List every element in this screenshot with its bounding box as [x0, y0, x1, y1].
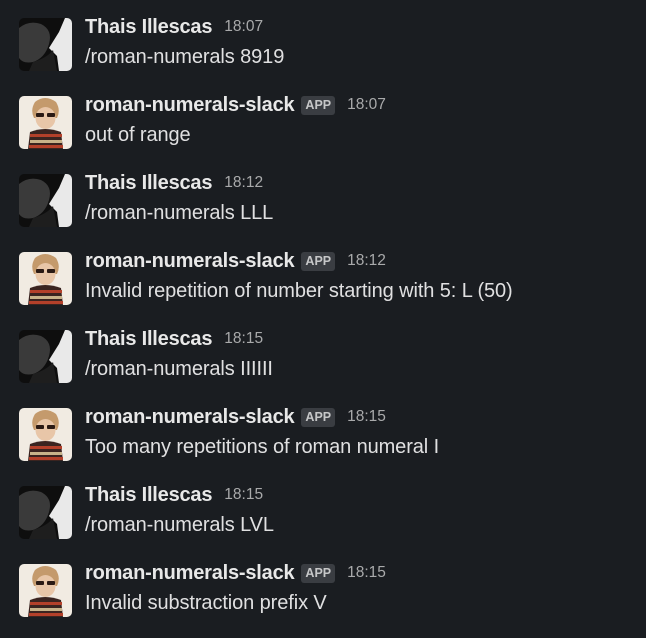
user-avatar[interactable] — [19, 174, 72, 227]
timestamp[interactable]: 18:15 — [224, 486, 263, 504]
user-avatar[interactable] — [19, 18, 72, 71]
author-name[interactable]: Thais Illescas — [85, 172, 212, 195]
app-badge: APP — [301, 251, 336, 271]
author-name[interactable]: Thais Illescas — [85, 328, 212, 351]
message-header: Thais Illescas 18:15 — [85, 482, 263, 508]
timestamp[interactable]: 18:15 — [224, 330, 263, 348]
message-header: roman-numerals-slack APP 18:12 — [85, 248, 386, 274]
app-badge: APP — [301, 95, 336, 115]
user-avatar[interactable] — [19, 330, 72, 383]
message-item: roman-numerals-slack APP 18:15 Too many … — [0, 404, 646, 482]
bot-avatar[interactable] — [19, 252, 72, 305]
message-item: roman-numerals-slack APP 18:15 Invalid s… — [0, 560, 646, 638]
message-item: Thais Illescas 18:12 /roman-numerals LLL — [0, 170, 646, 248]
bot-avatar[interactable] — [19, 408, 72, 461]
message-item: Thais Illescas 18:15 /roman-numerals LVL — [0, 482, 646, 560]
bot-photo-icon — [19, 564, 72, 617]
app-badge: APP — [301, 563, 336, 583]
bot-photo-icon — [19, 252, 72, 305]
message-text: Invalid substraction prefix V — [85, 592, 327, 614]
message-text: /roman-numerals LVL — [85, 514, 274, 536]
message-text: out of range — [85, 124, 191, 146]
message-header: roman-numerals-slack APP 18:15 — [85, 560, 386, 586]
message-header: Thais Illescas 18:07 — [85, 14, 263, 40]
author-name[interactable]: roman-numerals-slack — [85, 94, 295, 117]
bot-avatar[interactable] — [19, 96, 72, 149]
author-name[interactable]: roman-numerals-slack — [85, 562, 295, 585]
timestamp[interactable]: 18:12 — [224, 174, 263, 192]
bot-avatar[interactable] — [19, 564, 72, 617]
message-item: roman-numerals-slack APP 18:07 out of ra… — [0, 92, 646, 170]
message-item: Thais Illescas 18:07 /roman-numerals 891… — [0, 14, 646, 92]
app-badge: APP — [301, 407, 336, 427]
message-header: roman-numerals-slack APP 18:15 — [85, 404, 386, 430]
user-photo-icon — [19, 174, 72, 227]
message-header: Thais Illescas 18:12 — [85, 170, 263, 196]
author-name[interactable]: Thais Illescas — [85, 484, 212, 507]
timestamp[interactable]: 18:07 — [224, 18, 263, 36]
user-photo-icon — [19, 330, 72, 383]
message-header: Thais Illescas 18:15 — [85, 326, 263, 352]
message-text: /roman-numerals LLL — [85, 202, 274, 224]
user-photo-icon — [19, 486, 72, 539]
user-avatar[interactable] — [19, 486, 72, 539]
message-feed: Thais Illescas 18:07 /roman-numerals 891… — [0, 0, 646, 627]
timestamp[interactable]: 18:12 — [347, 252, 386, 270]
author-name[interactable]: Thais Illescas — [85, 16, 212, 39]
message-text: Invalid repetition of number starting wi… — [85, 280, 513, 302]
message-item: roman-numerals-slack APP 18:12 Invalid r… — [0, 248, 646, 326]
author-name[interactable]: roman-numerals-slack — [85, 406, 295, 429]
bot-photo-icon — [19, 96, 72, 149]
timestamp[interactable]: 18:15 — [347, 408, 386, 426]
message-header: roman-numerals-slack APP 18:07 — [85, 92, 386, 118]
timestamp[interactable]: 18:07 — [347, 96, 386, 114]
message-text: Too many repetitions of roman numeral I — [85, 436, 440, 458]
author-name[interactable]: roman-numerals-slack — [85, 250, 295, 273]
message-item: Thais Illescas 18:15 /roman-numerals III… — [0, 326, 646, 404]
bot-photo-icon — [19, 408, 72, 461]
timestamp[interactable]: 18:15 — [347, 564, 386, 582]
message-text: /roman-numerals IIIIII — [85, 358, 273, 380]
user-photo-icon — [19, 18, 72, 71]
message-text: /roman-numerals 8919 — [85, 46, 285, 68]
